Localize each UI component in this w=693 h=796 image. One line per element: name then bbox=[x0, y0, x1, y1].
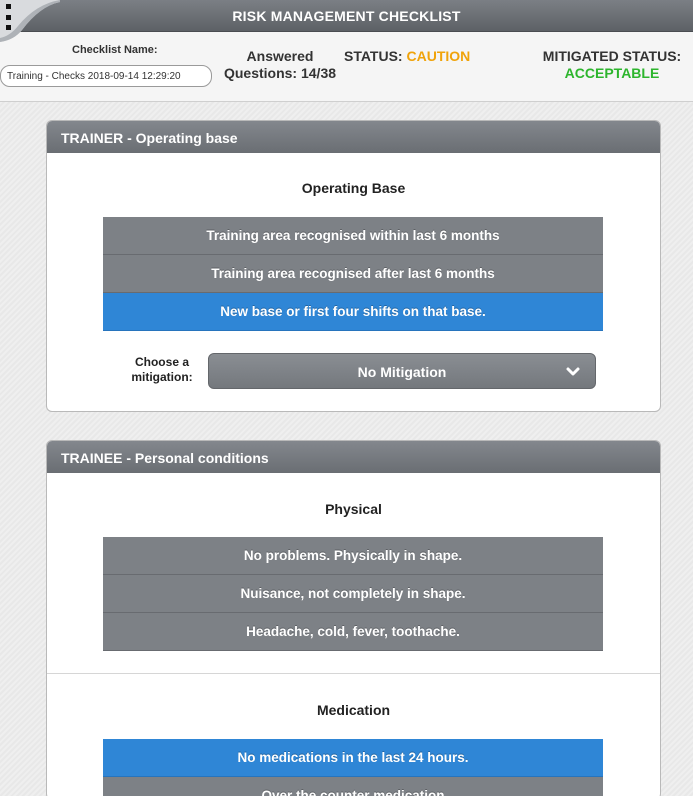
checklist-name-input[interactable] bbox=[0, 65, 212, 87]
checklist-name-label: Checklist Name: bbox=[72, 44, 158, 56]
option-button[interactable]: Training area recognised within last 6 m… bbox=[103, 217, 603, 255]
answered-questions: Answered Questions: 14/38 bbox=[220, 48, 340, 82]
title-bar: RISK MANAGEMENT CHECKLIST bbox=[0, 0, 693, 32]
chevron-down-icon bbox=[566, 367, 580, 376]
panel-trainer-operating-base: TRAINER - Operating base Operating Base … bbox=[46, 120, 661, 412]
option-button[interactable]: Nuisance, not completely in shape. bbox=[103, 575, 603, 613]
section-medication: Medication No medications in the last 24… bbox=[47, 673, 660, 796]
option-list: No medications in the last 24 hours. Ove… bbox=[103, 739, 603, 796]
option-button-selected[interactable]: No medications in the last 24 hours. bbox=[103, 739, 603, 777]
option-button-selected[interactable]: New base or first four shifts on that ba… bbox=[103, 293, 603, 331]
section-title: Medication bbox=[316, 702, 391, 718]
panel-header: TRAINEE - Personal conditions bbox=[47, 441, 660, 473]
option-button[interactable]: No problems. Physically in shape. bbox=[103, 537, 603, 575]
answered-label: Answered bbox=[246, 48, 314, 64]
status-indicator: STATUS: CAUTION bbox=[344, 48, 470, 64]
section-title: Physical bbox=[325, 501, 382, 517]
panel-header: TRAINER - Operating base bbox=[47, 121, 660, 153]
section-physical: Physical No problems. Physically in shap… bbox=[47, 473, 660, 673]
option-button[interactable]: Training area recognised after last 6 mo… bbox=[103, 255, 603, 293]
mitigated-status-label: MITIGATED STATUS: bbox=[542, 48, 682, 64]
status-label: STATUS: bbox=[344, 48, 403, 64]
app-title: RISK MANAGEMENT CHECKLIST bbox=[232, 8, 461, 24]
mitigation-select[interactable]: No Mitigation bbox=[208, 353, 596, 389]
status-value: CAUTION bbox=[406, 48, 471, 64]
option-button[interactable]: Headache, cold, fever, toothache. bbox=[103, 613, 603, 651]
checklist-info-bar: Checklist Name: Answered Questions: 14/3… bbox=[0, 32, 693, 102]
mitigated-status-value: ACCEPTABLE bbox=[564, 65, 660, 81]
section-operating-base: Operating Base Training area recognised … bbox=[47, 153, 660, 411]
mitigation-select-value: No Mitigation bbox=[357, 364, 447, 380]
answered-count: Questions: 14/38 bbox=[223, 65, 337, 81]
mitigation-label: Choose a mitigation: bbox=[131, 355, 193, 384]
panel-trainee-personal-conditions: TRAINEE - Personal conditions Physical N… bbox=[46, 440, 661, 796]
mitigated-status: MITIGATED STATUS: ACCEPTABLE bbox=[532, 48, 692, 82]
option-list: No problems. Physically in shape. Nuisan… bbox=[103, 537, 603, 651]
option-button[interactable]: Over the counter medication bbox=[103, 777, 603, 796]
option-list: Training area recognised within last 6 m… bbox=[103, 217, 603, 331]
more-menu-icon[interactable] bbox=[4, 4, 12, 30]
section-title: Operating Base bbox=[301, 180, 406, 196]
